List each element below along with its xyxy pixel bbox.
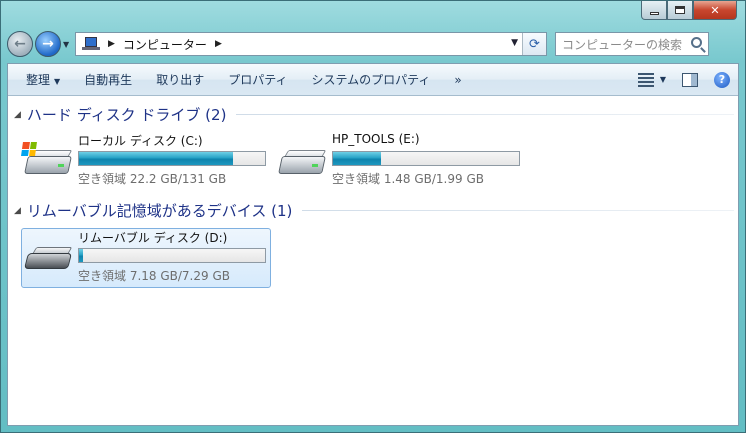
back-button[interactable]: ←	[7, 31, 33, 57]
help-icon[interactable]: ?	[714, 71, 730, 88]
search-input[interactable]: コンピューターの検索	[562, 36, 682, 53]
navigation-bar: ← → ▼ ▶ コンピューター ▶ ▼ ⟳ コンピューターの検索	[7, 29, 739, 59]
organize-menu[interactable]: 整理 ▼	[16, 71, 74, 88]
back-arrow-icon: ←	[14, 36, 26, 52]
address-dropdown-icon[interactable]: ▼	[511, 38, 518, 48]
drive-item-d[interactable]: リムーバブル ディスク (D:) 空き領域 7.18 GB/7.29 GB	[21, 228, 271, 288]
address-bar[interactable]: ▶ コンピューター ▶ ▼ ⟳	[75, 32, 547, 56]
close-icon: ✕	[710, 3, 720, 17]
drive-name: ローカル ディスク (C:)	[78, 134, 203, 148]
collapse-triangle-icon[interactable]: ◢	[14, 206, 21, 216]
caption-buttons: ✕	[641, 1, 737, 20]
windows-hdd-icon	[21, 142, 73, 184]
drive-name: リムーバブル ディスク (D:)	[78, 231, 228, 245]
search-box[interactable]: コンピューターの検索	[555, 32, 709, 56]
search-icon[interactable]	[691, 37, 702, 48]
command-bar: 整理 ▼ 自動再生 取り出す プロパティ システムのプロパティ » ▼ ?	[8, 64, 738, 96]
breadcrumb-separator-icon[interactable]: ▶	[215, 39, 222, 49]
view-options-chevron-icon[interactable]: ▼	[660, 75, 666, 84]
free-space-text: 空き領域 1.48 GB/1.99 GB	[332, 172, 484, 186]
minimize-icon	[649, 11, 659, 15]
free-space-text: 空き領域 7.18 GB/7.29 GB	[78, 269, 230, 283]
group-title: ハード ディスク ドライブ (2)	[26, 106, 227, 124]
forward-arrow-icon: →	[42, 36, 54, 52]
group-header-hard-disks[interactable]: ◢ ハード ディスク ドライブ (2)	[14, 104, 734, 125]
change-view-icon[interactable]	[637, 72, 654, 87]
chevron-down-icon: ▼	[54, 77, 61, 86]
refresh-button[interactable]: ⟳	[522, 33, 546, 55]
minimize-button[interactable]	[641, 1, 667, 20]
computer-icon	[82, 37, 100, 51]
organize-label: 整理	[26, 73, 51, 87]
capacity-bar	[78, 248, 266, 263]
capacity-bar	[332, 151, 520, 166]
breadcrumb-computer[interactable]: コンピューター	[123, 36, 207, 53]
forward-button[interactable]: →	[35, 31, 61, 57]
refresh-icon: ⟳	[529, 36, 540, 52]
breadcrumb-separator-icon[interactable]: ▶	[108, 39, 115, 49]
explorer-window: ✕ ← → ▼ ▶ コンピューター ▶ ▼ ⟳ コンピューターの検索 整理 ▼ 自…	[0, 0, 746, 433]
removable-disk-icon	[22, 239, 73, 281]
system-properties-button[interactable]: システムのプロパティ	[301, 71, 444, 88]
group-title: リムーバブル記憶域があるデバイス (1)	[26, 202, 293, 220]
capacity-bar	[78, 151, 266, 166]
hdd-icon	[276, 142, 327, 184]
drive-name: HP_TOOLS (E:)	[332, 132, 420, 146]
capacity-bar-fill	[79, 152, 234, 165]
free-space-text: 空き領域 22.2 GB/131 GB	[78, 172, 227, 186]
group-header-removable[interactable]: ◢ リムーバブル記憶域があるデバイス (1)	[14, 200, 734, 221]
content-pane: 整理 ▼ 自動再生 取り出す プロパティ システムのプロパティ » ▼ ? ◢ ハ…	[7, 63, 739, 426]
group-divider	[236, 114, 734, 115]
collapse-triangle-icon[interactable]: ◢	[14, 110, 21, 120]
capacity-bar-fill	[333, 152, 382, 165]
more-commands-button[interactable]: »	[444, 73, 475, 87]
autoplay-button[interactable]: 自動再生	[74, 71, 146, 88]
drive-item-c[interactable]: ローカル ディスク (C:) 空き領域 22.2 GB/131 GB	[21, 132, 272, 194]
preview-pane-icon[interactable]	[682, 72, 698, 87]
eject-button[interactable]: 取り出す	[146, 71, 218, 88]
group-divider	[302, 210, 734, 211]
recent-pages-dropdown[interactable]: ▼	[63, 40, 73, 49]
close-button[interactable]: ✕	[693, 1, 737, 20]
drive-item-e[interactable]: HP_TOOLS (E:) 空き領域 1.48 GB/1.99 GB	[276, 132, 526, 194]
maximize-icon	[675, 6, 685, 14]
properties-button[interactable]: プロパティ	[218, 71, 301, 88]
maximize-button[interactable]	[667, 1, 693, 20]
capacity-bar-fill	[79, 249, 83, 262]
